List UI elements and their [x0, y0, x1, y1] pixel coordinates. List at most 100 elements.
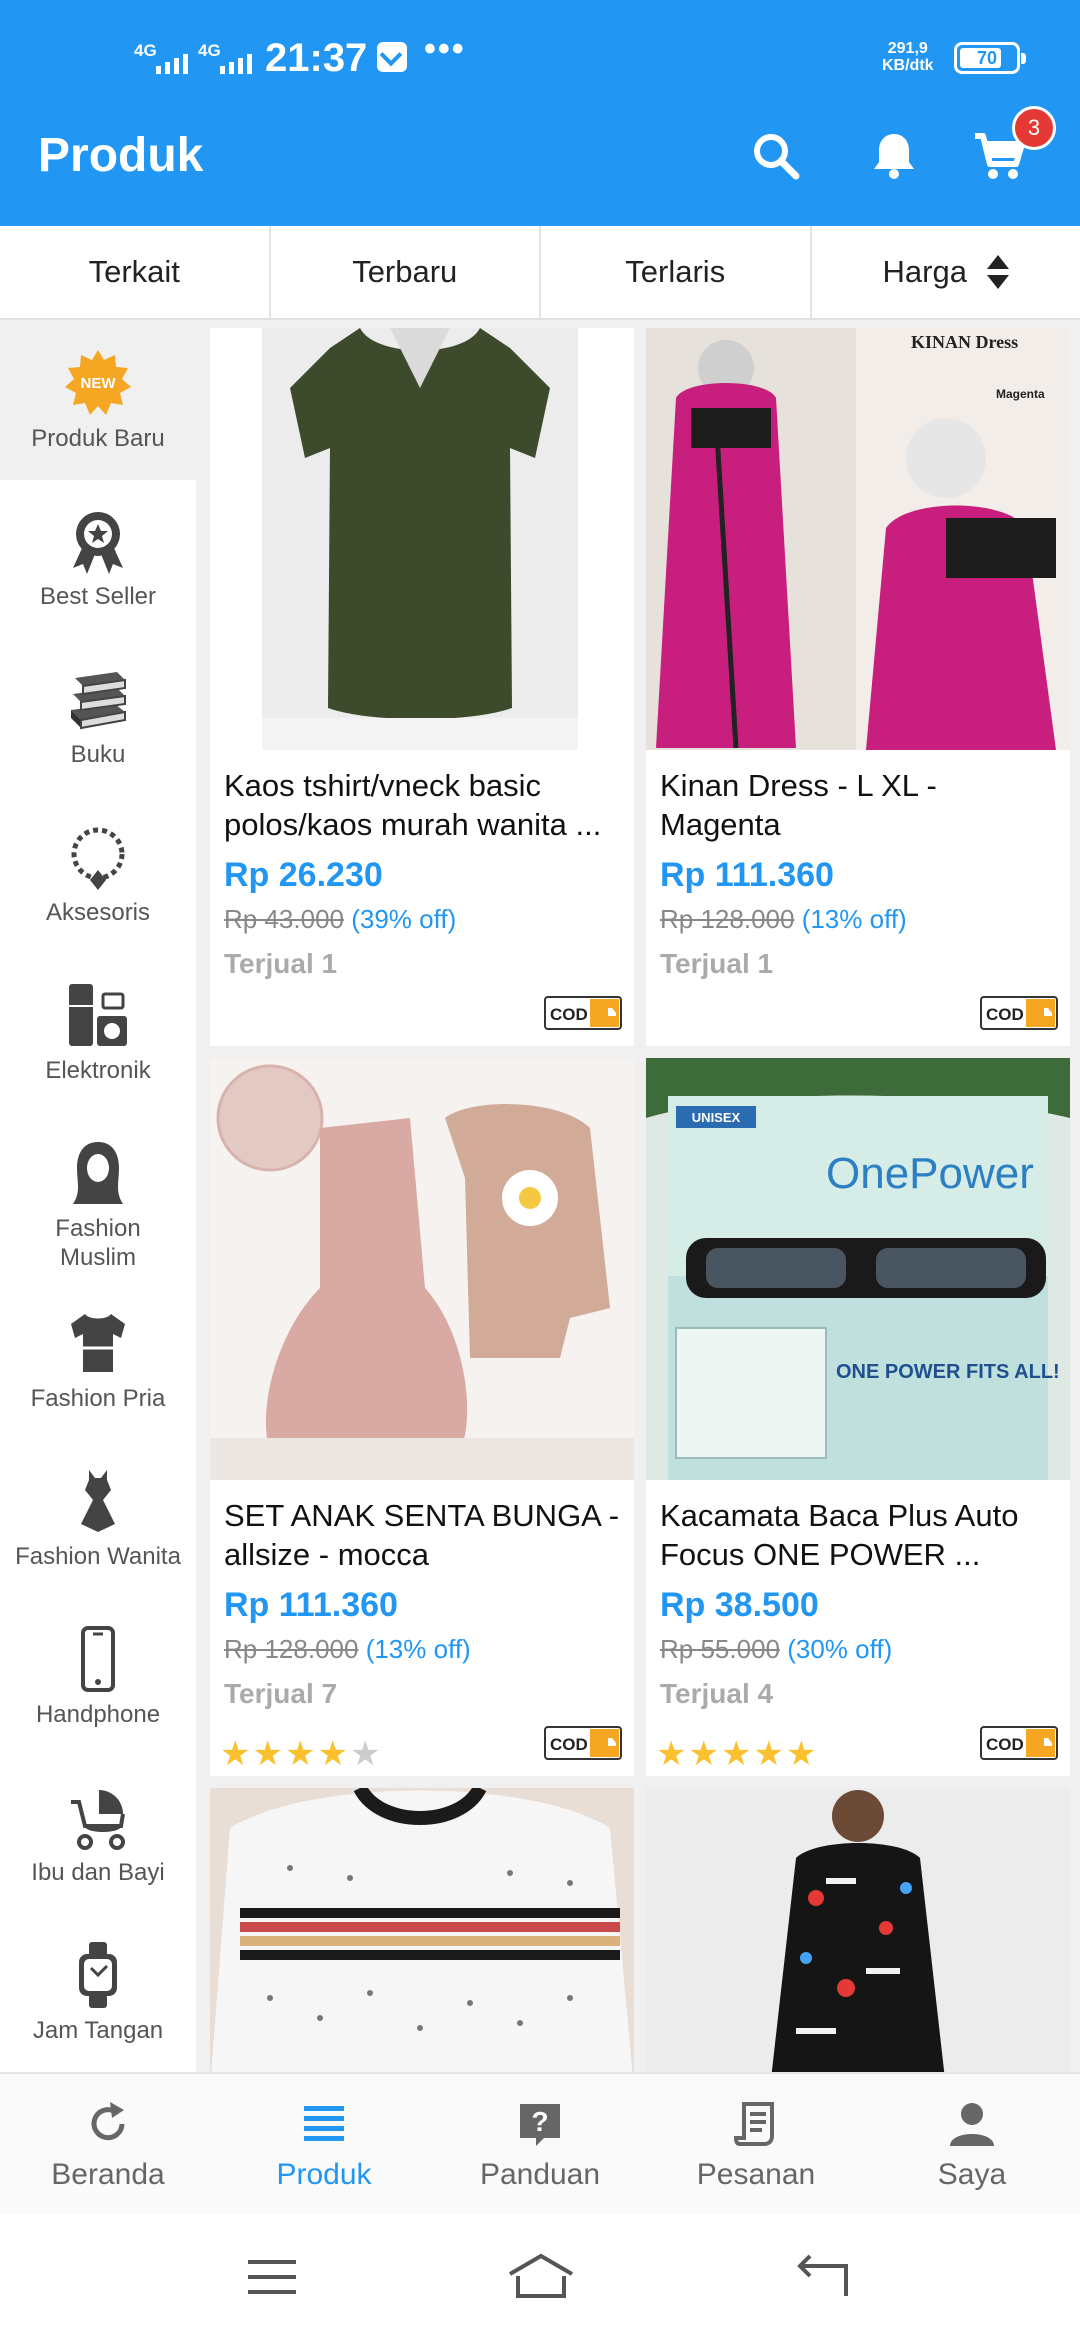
- product-old-price: Rp 43.000: [224, 904, 344, 934]
- product-image[interactable]: [210, 328, 634, 750]
- product-image[interactable]: [646, 1788, 1070, 2072]
- category-aksesoris[interactable]: Aksesoris: [0, 796, 196, 954]
- product-image[interactable]: [210, 1058, 634, 1480]
- product-card[interactable]: KINAN Dress Magenta Kinan Dress - L XL -…: [646, 328, 1070, 1046]
- product-card[interactable]: SET ANAK SENTA BUNGA - allsize - mocca R…: [210, 1058, 634, 1776]
- product-price: Rp 111.360: [224, 1586, 398, 1624]
- product-image[interactable]: KINAN Dress Magenta: [646, 328, 1070, 750]
- product-discount: (30% off): [787, 1634, 893, 1664]
- star-icon: ★: [252, 1735, 285, 1773]
- category-ibu-dan-bayi[interactable]: Ibu dan Bayi: [0, 1756, 196, 1914]
- nav-produk[interactable]: Produk: [216, 2074, 432, 2214]
- cod-label: COD: [986, 1005, 1024, 1024]
- star-icon: ★: [785, 1735, 819, 1773]
- new-badge-icon: NEW: [65, 350, 131, 415]
- menu-icon[interactable]: [242, 2252, 302, 2302]
- image-text: Magenta: [996, 387, 1045, 401]
- product-name: Kacamata Baca Plus Auto Focus ONE POWER …: [660, 1498, 1019, 1572]
- back-icon[interactable]: [792, 2252, 852, 2302]
- star-icon: ★: [753, 1735, 786, 1773]
- image-text: ONE POWER FITS ALL!: [836, 1361, 1060, 1383]
- product-old-price-row: Rp 55.000 (30% off): [660, 1634, 892, 1665]
- help-icon: ?: [520, 2104, 560, 2146]
- product-grid: Kaos tshirt/vneck basic polos/kaos murah…: [206, 326, 1076, 2072]
- signal-icon: [220, 50, 252, 74]
- bell-icon[interactable]: [866, 128, 922, 184]
- category-fashion-pria[interactable]: Fashion Pria: [0, 1282, 196, 1440]
- category-label: Handphone: [35, 1701, 161, 1728]
- network-type-2: 4G: [198, 41, 221, 60]
- product-discount: (13% off): [801, 904, 907, 934]
- category-handphone[interactable]: Handphone: [0, 1598, 196, 1756]
- product-card[interactable]: UNISEX OnePower ONE POWER FITS ALL! Kaca…: [646, 1058, 1070, 1776]
- category-label: Jam Tangan: [32, 2017, 164, 2044]
- category-jam-tangan[interactable]: Jam Tangan: [0, 1914, 196, 2072]
- category-best-seller[interactable]: Best Seller: [0, 480, 196, 638]
- signal-icon: [156, 50, 188, 74]
- sort-tabs: Terkait Terbaru Terlaris Harga: [0, 226, 1080, 320]
- nav-label: Panduan: [479, 2158, 601, 2191]
- star-icon: ★: [220, 1735, 253, 1773]
- nav-label: Saya: [937, 2158, 1007, 2191]
- network-speed: 291,9 KB/dtk: [882, 40, 934, 74]
- books-icon: [71, 672, 126, 730]
- product-card[interactable]: [646, 1788, 1070, 2072]
- product-sold-count: Terjual 1: [224, 948, 338, 979]
- category-label: Fashion Pria: [30, 1385, 166, 1412]
- star-icon: ★: [656, 1735, 689, 1773]
- cod-badge-icon: COD: [544, 996, 622, 1030]
- product-old-price-row: Rp 128.000 (13% off): [660, 904, 907, 935]
- category-buku[interactable]: Buku: [0, 638, 196, 796]
- category-fashion-muslim[interactable]: Fashion Muslim: [0, 1112, 196, 1282]
- star-icon: ★: [284, 1735, 318, 1773]
- product-rating: ★★★★★: [656, 1734, 818, 1774]
- category-label: Ibu dan Bayi: [31, 1859, 165, 1886]
- product-old-price: Rp 55.000: [660, 1634, 780, 1664]
- category-label: Fashion Wanita: [15, 1543, 181, 1570]
- product-image[interactable]: UNISEX OnePower ONE POWER FITS ALL!: [646, 1058, 1070, 1480]
- category-produk-baru[interactable]: NEW Produk Baru: [0, 322, 196, 480]
- category-sidebar[interactable]: NEW Produk Baru Best Seller Buku Aksesor: [0, 322, 196, 2072]
- nav-panduan[interactable]: ? Panduan: [432, 2074, 648, 2214]
- category-label: Buku: [70, 741, 126, 768]
- nav-label: Produk: [276, 2158, 372, 2191]
- product-card[interactable]: [210, 1788, 634, 2072]
- home-icon[interactable]: [506, 2252, 576, 2302]
- category-elektronik[interactable]: Elektronik: [0, 954, 196, 1112]
- message-notification-icon: [377, 42, 407, 72]
- receipt-icon: [733, 2102, 774, 2146]
- tab-harga[interactable]: Harga: [812, 226, 1080, 318]
- product-image[interactable]: [210, 1788, 634, 2072]
- tab-terkait[interactable]: Terkait: [0, 226, 271, 318]
- product-price: Rp 111.360: [660, 856, 834, 894]
- dress-icon: [81, 1470, 115, 1532]
- category-label: Produk Baru: [31, 425, 165, 452]
- tab-label: Terlaris: [625, 254, 726, 289]
- nav-label: Pesanan: [696, 2158, 816, 2191]
- tab-terbaru[interactable]: Terbaru: [271, 226, 541, 318]
- user-icon: [950, 2103, 994, 2146]
- nav-pesanan[interactable]: Pesanan: [648, 2074, 864, 2214]
- product-discount: (13% off): [365, 1634, 471, 1664]
- star-empty-icon: ★: [349, 1735, 383, 1773]
- product-discount: (39% off): [351, 904, 457, 934]
- men-shirt-icon: [71, 1314, 125, 1372]
- svg-text:?: ?: [531, 2106, 548, 2137]
- battery-icon: 70: [954, 42, 1026, 74]
- smartphone-icon: [81, 1626, 115, 1692]
- page-title: Produk: [38, 129, 204, 182]
- tab-terlaris[interactable]: Terlaris: [541, 226, 812, 318]
- product-sold-count: Terjual 1: [660, 948, 774, 979]
- category-fashion-wanita[interactable]: Fashion Wanita: [0, 1440, 196, 1598]
- tab-label: Harga: [882, 254, 967, 289]
- product-card[interactable]: Kaos tshirt/vneck basic polos/kaos murah…: [210, 328, 634, 1046]
- product-old-price-row: Rp 43.000 (39% off): [224, 904, 456, 935]
- nav-beranda[interactable]: Beranda: [0, 2074, 216, 2214]
- cod-badge-icon: COD: [980, 1726, 1058, 1760]
- status-bar: 4G 4G 21:37 ••• 291,9 KB/dtk 70: [0, 0, 1080, 118]
- new-badge-text: NEW: [81, 375, 117, 392]
- nav-saya[interactable]: Saya: [864, 2074, 1080, 2214]
- product-name: SET ANAK SENTA BUNGA - allsize - mocca: [224, 1498, 620, 1572]
- tab-label: Terbaru: [352, 254, 458, 289]
- search-icon[interactable]: [748, 128, 804, 184]
